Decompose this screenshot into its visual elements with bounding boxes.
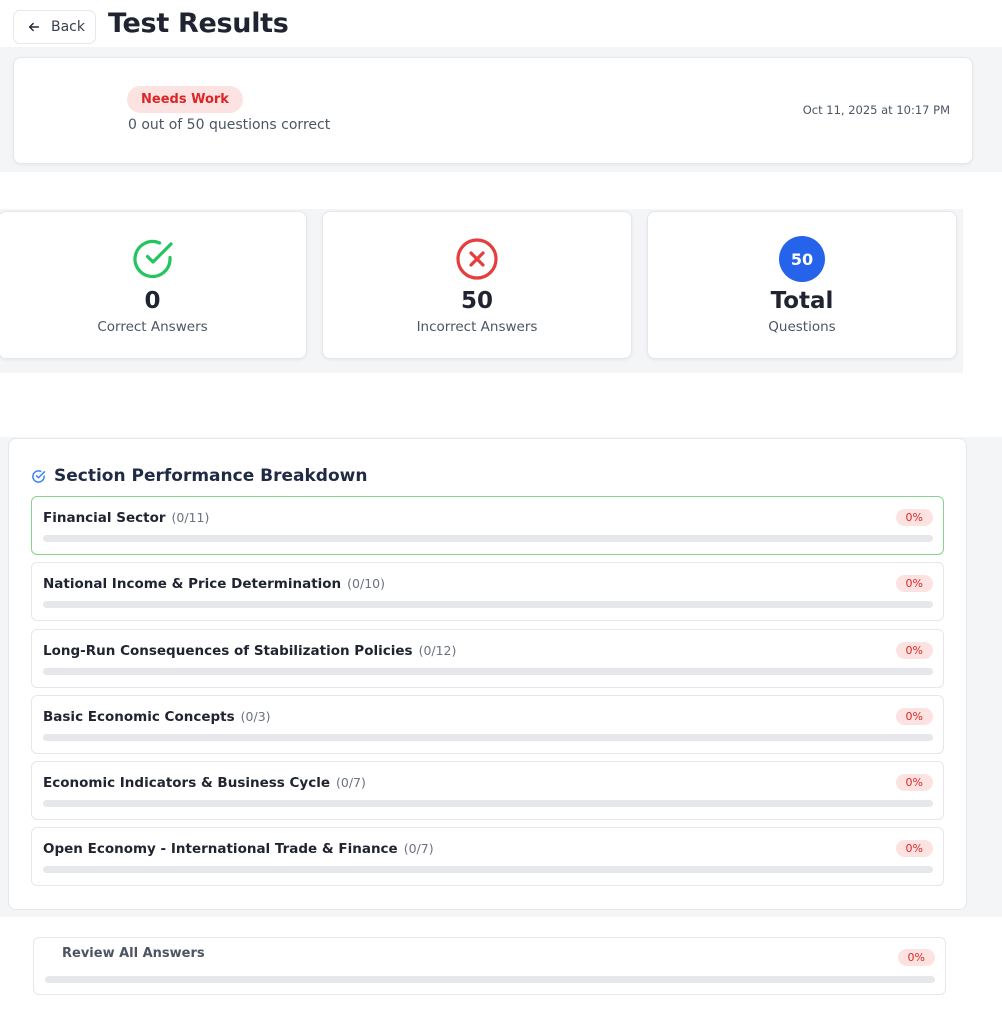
section-name-wrap: Basic Economic Concepts (0/3) bbox=[43, 709, 271, 725]
section-progress-bar bbox=[43, 668, 933, 675]
section-name-wrap: Economic Indicators & Business Cycle (0/7… bbox=[43, 775, 366, 791]
score-text: 0 out of 50 questions correct bbox=[128, 117, 331, 133]
section-name: Basic Economic Concepts bbox=[43, 709, 235, 725]
summary-card: Needs Work 0 out of 50 questions correct… bbox=[13, 57, 973, 164]
section-name-wrap: National Income & Price Determination (0/… bbox=[43, 576, 385, 592]
section-percent-badge: 0% bbox=[895, 575, 933, 592]
x-circle-icon bbox=[456, 238, 498, 280]
section-count: (0/12) bbox=[418, 643, 457, 658]
check-circle-icon bbox=[132, 239, 173, 279]
section-percent-badge: 0% bbox=[895, 774, 933, 791]
section-name: Financial Sector bbox=[43, 510, 166, 526]
result-date: Oct 11, 2025 at 10:17 PM bbox=[802, 103, 950, 117]
section-header: Section Performance Breakdown bbox=[31, 466, 367, 486]
correct-label: Correct Answers bbox=[97, 319, 208, 335]
questions-label: Questions bbox=[768, 319, 836, 335]
section-percent-badge: 0% bbox=[895, 840, 933, 857]
review-progress-bar bbox=[45, 976, 935, 983]
section-row[interactable]: Financial Sector (0/11) 0% bbox=[31, 496, 944, 555]
incorrect-answers-card: 50 Incorrect Answers bbox=[322, 211, 632, 359]
check-circle-small-icon bbox=[32, 469, 46, 483]
section-percent-badge: 0% bbox=[895, 708, 933, 725]
section-progress-bar bbox=[43, 734, 933, 741]
section-count: (0/7) bbox=[336, 775, 366, 790]
total-badge: 50 bbox=[779, 236, 825, 282]
incorrect-label: Incorrect Answers bbox=[416, 319, 538, 335]
section-progress-bar bbox=[43, 866, 933, 873]
total-label: Total bbox=[770, 288, 834, 314]
section-percent-badge: 0% bbox=[895, 642, 933, 659]
review-all-answers-button[interactable]: Review All Answers 0% bbox=[33, 937, 946, 995]
total-questions-card: 50 Total Questions bbox=[647, 211, 957, 359]
section-count: (0/11) bbox=[171, 510, 210, 525]
section-count: (0/7) bbox=[403, 841, 434, 856]
section-row[interactable]: Long-Run Consequences of Stabilization P… bbox=[31, 629, 944, 688]
section-progress-bar bbox=[43, 601, 933, 608]
status-badge: Needs Work bbox=[127, 86, 243, 113]
section-progress-bar bbox=[43, 535, 933, 542]
section-row[interactable]: Open Economy - International Trade & Fin… bbox=[31, 827, 944, 886]
section-progress-bar bbox=[43, 800, 933, 807]
page-title: Test Results bbox=[108, 8, 289, 39]
section-name: Open Economy - International Trade & Fin… bbox=[43, 841, 398, 857]
incorrect-count: 50 bbox=[460, 288, 493, 314]
section-name-wrap: Financial Sector (0/11) bbox=[43, 510, 209, 526]
section-row[interactable]: Economic Indicators & Business Cycle (0/7… bbox=[31, 761, 944, 820]
back-button[interactable]: Back bbox=[13, 10, 96, 44]
section-name-wrap: Open Economy - International Trade & Fin… bbox=[43, 841, 434, 857]
section-count: (0/10) bbox=[347, 576, 385, 591]
section-name: National Income & Price Determination bbox=[43, 576, 342, 592]
section-title: Section Performance Breakdown bbox=[54, 466, 368, 486]
section-count: (0/3) bbox=[240, 709, 271, 724]
section-row[interactable]: Basic Economic Concepts (0/3) 0% bbox=[31, 695, 944, 754]
section-name: Economic Indicators & Business Cycle bbox=[43, 775, 331, 791]
back-label: Back bbox=[51, 19, 85, 35]
review-label: Review All Answers bbox=[62, 946, 205, 961]
review-percent-badge: 0% bbox=[897, 949, 935, 966]
correct-answers-card: 0 Correct Answers bbox=[0, 211, 307, 359]
section-name: Long-Run Consequences of Stabilization P… bbox=[43, 643, 413, 659]
section-breakdown-card: Section Performance Breakdown Financial … bbox=[8, 438, 967, 910]
section-row[interactable]: National Income & Price Determination (0/… bbox=[31, 562, 944, 621]
section-name-wrap: Long-Run Consequences of Stabilization P… bbox=[43, 643, 456, 659]
correct-count: 0 bbox=[144, 288, 161, 314]
arrow-left-icon bbox=[28, 22, 40, 32]
section-percent-badge: 0% bbox=[895, 509, 933, 526]
